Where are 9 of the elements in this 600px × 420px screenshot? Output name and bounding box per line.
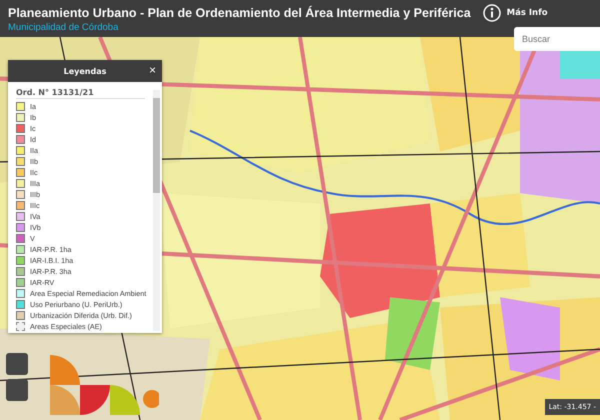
legend-title: Leyendas bbox=[64, 66, 106, 76]
app-title: Planeamiento Urbano - Plan de Ordenamiento del Área Intermedia y Periférica bbox=[8, 6, 471, 20]
subtitle: Municipalidad de Córdoba bbox=[8, 22, 120, 33]
search-field[interactable]: Buscar bbox=[514, 27, 600, 51]
scrollbar[interactable] bbox=[153, 90, 160, 331]
close-button[interactable]: × bbox=[146, 63, 158, 77]
info-icon[interactable] bbox=[482, 4, 501, 22]
more-info-link[interactable]: Más Info bbox=[506, 8, 548, 18]
legend-heading: Ord. N° 13131/21 bbox=[16, 88, 145, 99]
